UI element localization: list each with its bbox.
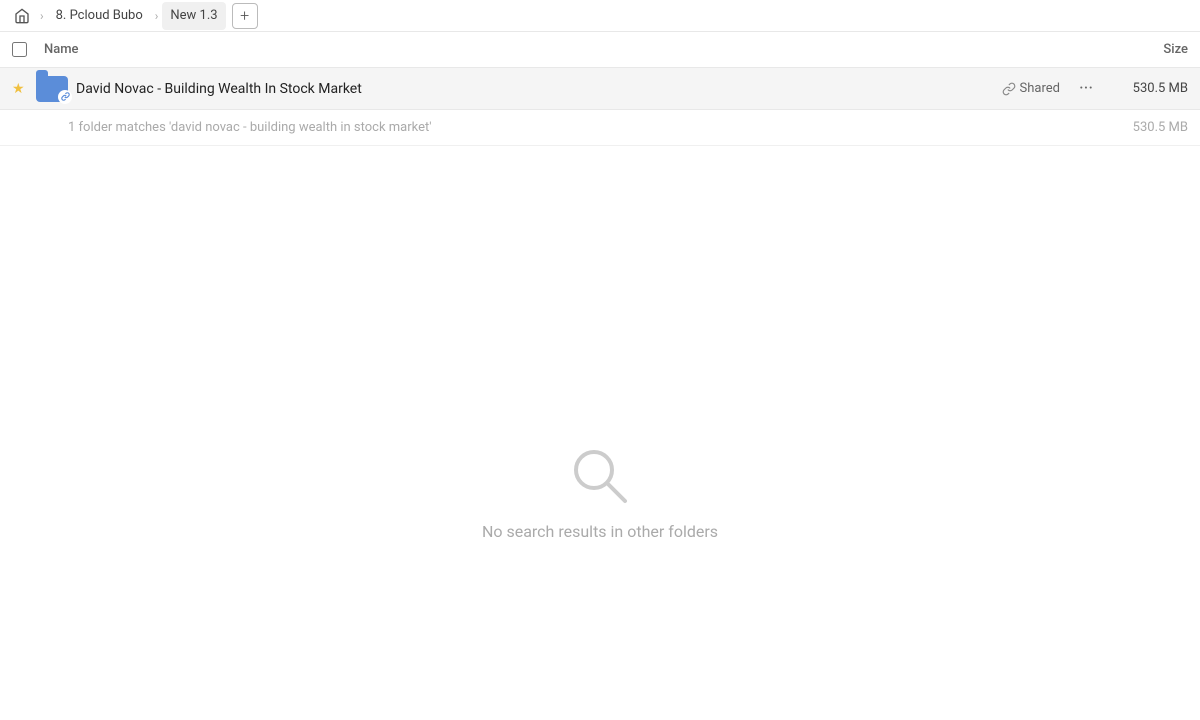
separator-1: › xyxy=(40,9,44,23)
folder-icon-wrap xyxy=(36,76,68,102)
header-checkbox-col xyxy=(12,42,44,57)
shared-badge: Shared xyxy=(1002,81,1060,96)
file-size: 530.5 MB xyxy=(1108,81,1188,96)
link-icon xyxy=(1002,82,1016,96)
folder-link-badge xyxy=(58,90,72,104)
breadcrumb-bar: › 8. Pcloud Bubo › New 1.3 + xyxy=(0,0,1200,32)
home-breadcrumb[interactable] xyxy=(8,2,36,30)
star-icon[interactable]: ★ xyxy=(12,81,32,97)
empty-state: No search results in other folders xyxy=(0,146,1200,720)
no-results-search-icon xyxy=(570,446,630,506)
more-options-button[interactable]: ··· xyxy=(1072,75,1100,103)
breadcrumb-new-1-3[interactable]: New 1.3 xyxy=(162,2,225,30)
separator-2: › xyxy=(155,9,159,23)
summary-row: 1 folder matches 'david novac - building… xyxy=(0,110,1200,146)
size-column-header: Size xyxy=(1088,42,1188,57)
shared-label: Shared xyxy=(1020,81,1060,96)
summary-size: 530.5 MB xyxy=(1108,120,1188,135)
add-button[interactable]: + xyxy=(232,3,258,29)
content-area: ★ David Novac - Building Wealth In Stock… xyxy=(0,68,1200,720)
column-header: Name Size xyxy=(0,32,1200,68)
summary-text: 1 folder matches 'david novac - building… xyxy=(68,120,1108,135)
table-row[interactable]: ★ David Novac - Building Wealth In Stock… xyxy=(0,68,1200,110)
no-results-message: No search results in other folders xyxy=(482,522,718,541)
select-all-checkbox[interactable] xyxy=(12,42,27,57)
name-column-header: Name xyxy=(44,42,1088,57)
breadcrumb-pcloud-bubo[interactable]: 8. Pcloud Bubo xyxy=(48,2,151,30)
file-name: David Novac - Building Wealth In Stock M… xyxy=(76,81,1002,97)
